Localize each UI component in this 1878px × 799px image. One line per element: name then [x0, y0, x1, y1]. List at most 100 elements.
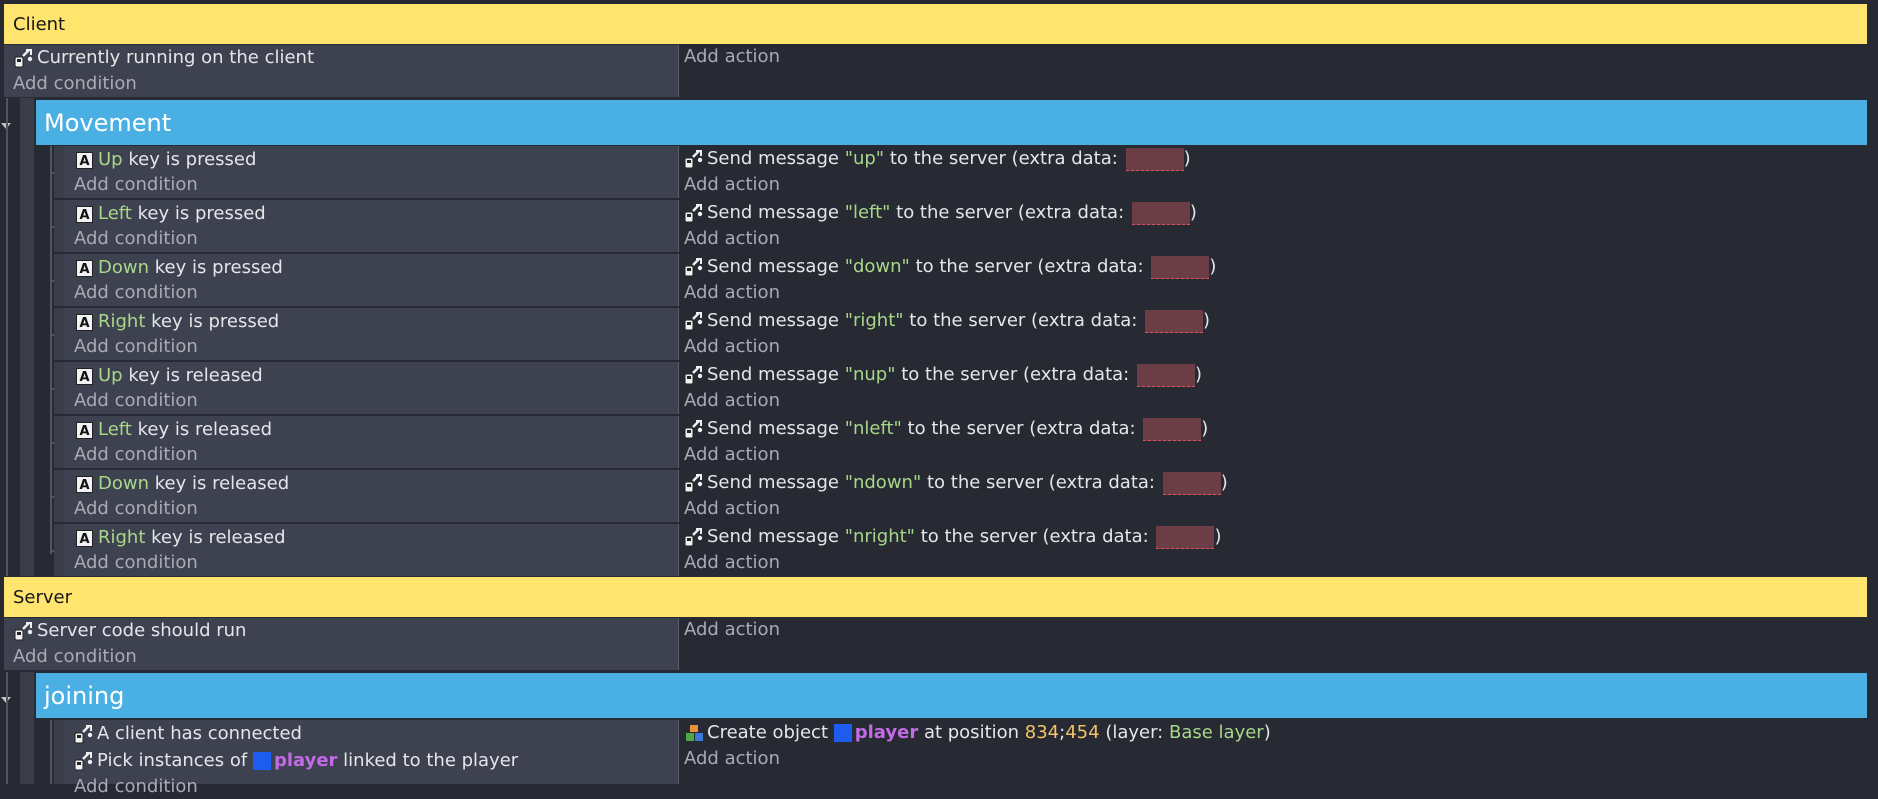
empty-param-field[interactable]	[1136, 363, 1195, 387]
add-action-link[interactable]: Add action	[684, 227, 780, 251]
param-message[interactable]: "right"	[845, 309, 904, 333]
add-action-link[interactable]: Add action	[684, 443, 780, 467]
add-action-link[interactable]: Add action	[684, 45, 780, 69]
condition-row[interactable]: A Up key is released	[74, 364, 263, 388]
condition-row[interactable]: A Right key is released	[74, 526, 286, 550]
action-row[interactable]: Send message "nright" to the server (ext…	[684, 525, 1221, 549]
param-message[interactable]: "nleft"	[845, 417, 902, 441]
condition-row[interactable]: A Down key is pressed	[74, 256, 283, 280]
comment-text: Server	[13, 586, 73, 608]
event-key-7[interactable]: A Right key is released Add condition Send …	[36, 524, 1867, 576]
param-x[interactable]: 834	[1025, 721, 1059, 745]
empty-param-field[interactable]	[1125, 147, 1184, 171]
event-gutter	[54, 524, 64, 576]
param-layer[interactable]: Base layer	[1169, 721, 1264, 745]
add-condition-link[interactable]: Add condition	[74, 281, 198, 305]
add-condition-link[interactable]: Add condition	[13, 645, 137, 669]
param-message[interactable]: "nup"	[845, 363, 896, 387]
empty-param-field[interactable]	[1162, 471, 1221, 495]
add-condition-link[interactable]: Add condition	[74, 775, 198, 799]
param-message[interactable]: "down"	[845, 255, 910, 279]
param-message[interactable]: "left"	[845, 201, 891, 225]
multiplayer-icon	[684, 473, 704, 493]
add-condition-link[interactable]: Add condition	[74, 173, 198, 197]
add-action-link[interactable]: Add action	[684, 497, 780, 521]
keyboard-icon: A	[76, 421, 93, 439]
keyboard-icon: A	[76, 313, 93, 331]
condition-row[interactable]: Currently running on the client	[14, 46, 314, 70]
empty-param-field[interactable]	[1151, 255, 1210, 279]
player-object-icon	[252, 752, 271, 770]
object-name[interactable]: player	[274, 749, 337, 773]
add-action-link[interactable]: Add action	[684, 618, 780, 642]
condition-row[interactable]: A Up key is pressed	[74, 148, 256, 172]
event-key-3[interactable]: A Right key is pressed Add condition Send m…	[36, 308, 1867, 362]
group-movement[interactable]: Movement	[36, 100, 1867, 145]
multiplayer-icon	[684, 419, 704, 439]
event-key-2[interactable]: A Down key is pressed Add condition Send me…	[36, 254, 1867, 308]
comment-client[interactable]: Client	[4, 4, 1867, 44]
empty-param-field[interactable]	[1156, 525, 1215, 549]
param-key[interactable]: Right	[98, 310, 145, 334]
action-row[interactable]: Create object player at position 834; 454…	[684, 721, 1271, 745]
add-action-link[interactable]: Add action	[684, 281, 780, 305]
group-title: joining	[44, 681, 125, 710]
empty-param-field[interactable]	[1143, 417, 1202, 441]
param-message[interactable]: "up"	[845, 147, 884, 171]
action-row[interactable]: Send message "ndown" to the server (extr…	[684, 471, 1228, 495]
param-key[interactable]: Down	[98, 472, 149, 496]
param-key[interactable]: Up	[98, 364, 123, 388]
event-client-check[interactable]: Currently running on the client Add cond…	[4, 45, 1867, 97]
tree-line	[6, 98, 8, 576]
event-client-connected[interactable]: A client has connected Pick instances of…	[36, 720, 1867, 797]
param-key[interactable]: Down	[98, 256, 149, 280]
param-message[interactable]: "ndown"	[845, 471, 922, 495]
condition-row[interactable]: A Right key is pressed	[74, 310, 279, 334]
empty-param-field[interactable]	[1145, 309, 1204, 333]
action-row[interactable]: Send message "down" to the server (extra…	[684, 255, 1216, 279]
action-row[interactable]: Send message "right" to the server (extr…	[684, 309, 1210, 333]
add-condition-link[interactable]: Add condition	[13, 72, 137, 96]
action-row[interactable]: Send message "up" to the server (extra d…	[684, 147, 1191, 171]
action-row[interactable]: Send message "nup" to the server (extra …	[684, 363, 1202, 387]
add-action-link[interactable]: Add action	[684, 551, 780, 575]
condition-row[interactable]: A Left key is pressed	[74, 202, 266, 226]
comment-server[interactable]: Server	[4, 577, 1867, 617]
add-condition-link[interactable]: Add condition	[74, 497, 198, 521]
param-key[interactable]: Left	[98, 202, 132, 226]
add-condition-link[interactable]: Add condition	[74, 551, 198, 575]
event-key-1[interactable]: A Left key is pressed Add condition Send me…	[36, 200, 1867, 254]
event-gutter	[54, 254, 64, 306]
condition-row[interactable]: A Left key is released	[74, 418, 272, 442]
keyboard-icon: A	[76, 151, 93, 169]
action-row[interactable]: Send message "nleft" to the server (extr…	[684, 417, 1208, 441]
indent-gutter	[20, 98, 34, 576]
add-condition-link[interactable]: Add condition	[74, 227, 198, 251]
param-key[interactable]: Right	[98, 526, 145, 550]
param-message[interactable]: "nright"	[845, 525, 915, 549]
empty-param-field[interactable]	[1131, 201, 1190, 225]
event-server-check[interactable]: Server code should run Add condition Add…	[4, 618, 1867, 670]
condition-row[interactable]: A client has connected	[74, 722, 302, 746]
event-key-0[interactable]: A Up key is pressed Add condition Send mess…	[36, 146, 1867, 200]
add-action-link[interactable]: Add action	[684, 389, 780, 413]
param-key[interactable]: Left	[98, 418, 132, 442]
add-condition-link[interactable]: Add condition	[74, 335, 198, 359]
condition-row[interactable]: A Down key is released	[74, 472, 289, 496]
add-action-link[interactable]: Add action	[684, 173, 780, 197]
multiplayer-icon	[684, 257, 704, 277]
condition-row[interactable]: Pick instances of player linked to the p…	[74, 749, 518, 773]
add-action-link[interactable]: Add action	[684, 747, 780, 771]
event-key-5[interactable]: A Left key is released Add condition Send m…	[36, 416, 1867, 470]
condition-row[interactable]: Server code should run	[14, 619, 246, 643]
add-condition-link[interactable]: Add condition	[74, 443, 198, 467]
param-key[interactable]: Up	[98, 148, 123, 172]
add-action-link[interactable]: Add action	[684, 335, 780, 359]
object-name[interactable]: player	[855, 721, 918, 745]
event-key-4[interactable]: A Up key is released Add condition Send mes…	[36, 362, 1867, 416]
action-row[interactable]: Send message "left" to the server (extra…	[684, 201, 1197, 225]
event-key-6[interactable]: A Down key is released Add condition Send m…	[36, 470, 1867, 524]
group-joining[interactable]: joining	[36, 673, 1867, 718]
add-condition-link[interactable]: Add condition	[74, 389, 198, 413]
param-y[interactable]: 454	[1065, 721, 1099, 745]
